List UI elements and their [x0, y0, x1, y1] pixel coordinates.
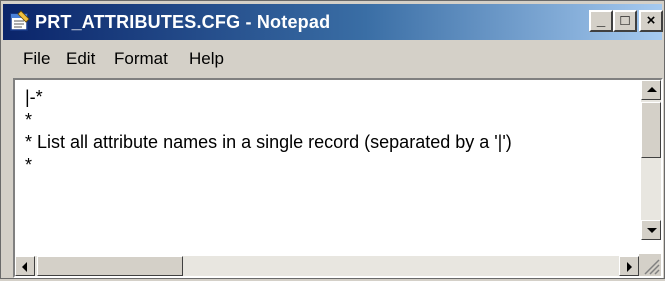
window-title: PRT_ATTRIBUTES.CFG - Notepad: [35, 12, 331, 32]
scroll-down-button[interactable]: [641, 220, 661, 240]
horizontal-scroll-thumb[interactable]: [37, 256, 183, 276]
scroll-up-button[interactable]: [641, 80, 661, 100]
resize-grip[interactable]: [639, 254, 661, 276]
minimize-icon: _: [596, 12, 606, 29]
arrow-down-icon: [647, 228, 657, 233]
horizontal-scrollbar[interactable]: [15, 256, 639, 276]
editor-line: * List all attribute names in a single r…: [25, 132, 512, 152]
close-icon: ×: [646, 12, 656, 29]
minimize-button[interactable]: _: [589, 10, 613, 32]
editor-content[interactable]: |-* * * List all attribute names in a si…: [25, 86, 512, 176]
menu-edit[interactable]: Edit: [66, 49, 95, 69]
arrow-up-icon: [647, 87, 657, 92]
editor-line: |-*: [25, 87, 43, 107]
scroll-right-button[interactable]: [619, 256, 639, 276]
vertical-scrollbar[interactable]: [641, 80, 661, 240]
menu-format[interactable]: Format: [114, 49, 168, 69]
maximize-button[interactable]: □: [613, 10, 637, 32]
resize-grip-icon: [644, 259, 660, 275]
menu-file[interactable]: File: [23, 49, 50, 69]
editor-line: *: [25, 154, 33, 175]
close-button[interactable]: ×: [639, 10, 663, 32]
menu-help[interactable]: Help: [189, 49, 224, 69]
notepad-icon: [10, 10, 30, 31]
title-bar[interactable]: PRT_ATTRIBUTES.CFG - Notepad _ □ ×: [3, 4, 663, 40]
maximize-icon: □: [620, 12, 630, 29]
editor-line: *: [25, 109, 33, 130]
scroll-left-button[interactable]: [15, 256, 35, 276]
arrow-right-icon: [627, 262, 632, 272]
arrow-left-icon: [22, 262, 27, 272]
vertical-scroll-thumb[interactable]: [641, 102, 661, 158]
text-editor[interactable]: |-* * * List all attribute names in a si…: [13, 78, 663, 278]
notepad-window: PRT_ATTRIBUTES.CFG - Notepad _ □ × File …: [0, 0, 665, 279]
menu-bar: File Edit Format Help: [3, 41, 662, 75]
